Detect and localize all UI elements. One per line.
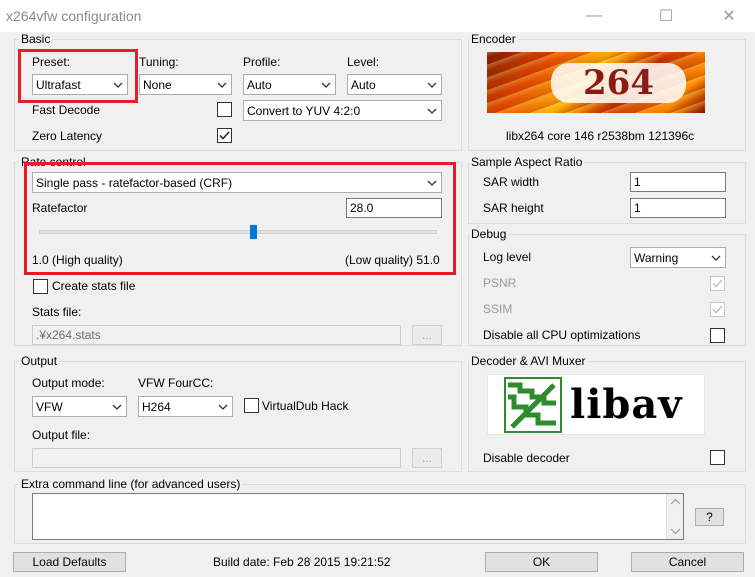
minimize-button[interactable]: — bbox=[571, 0, 617, 32]
ratefactor-slider-thumb[interactable] bbox=[250, 225, 258, 239]
close-icon: ✕ bbox=[722, 8, 736, 25]
debug-group-label: Debug bbox=[469, 227, 509, 241]
profile-label: Profile: bbox=[243, 55, 281, 69]
virtualdub-hack-checkbox[interactable] bbox=[244, 398, 259, 413]
chevron-down-icon bbox=[707, 248, 725, 267]
extra-cmdline-group-label: Extra command line (for advanced users) bbox=[19, 477, 243, 491]
disable-decoder-label: Disable decoder bbox=[483, 451, 570, 465]
output-file-label: Output file: bbox=[32, 428, 91, 442]
textarea-scrollbar[interactable] bbox=[666, 494, 683, 539]
build-date: Build date: Feb 28 2015 19:21:52 bbox=[213, 555, 391, 569]
ssim-label: SSIM bbox=[483, 302, 513, 316]
minimize-icon: — bbox=[586, 7, 602, 24]
libav-logo-text: libav bbox=[570, 381, 683, 428]
zero-latency-checkbox[interactable] bbox=[217, 128, 232, 143]
output-group-label: Output bbox=[19, 354, 60, 368]
chevron-down-icon bbox=[423, 75, 441, 94]
encoder-version: libx264 core 146 r2538bm 121396c bbox=[506, 129, 695, 143]
libav-mark-icon bbox=[504, 376, 562, 433]
create-stats-label: Create stats file bbox=[52, 279, 136, 293]
chevron-down-icon bbox=[108, 397, 126, 416]
ok-button[interactable]: OK bbox=[485, 552, 598, 572]
ratefactor-max-label: (Low quality) 51.0 bbox=[345, 253, 440, 267]
stats-file-label: Stats file: bbox=[32, 305, 82, 319]
scroll-down-icon[interactable] bbox=[667, 525, 684, 537]
chevron-down-icon bbox=[423, 173, 441, 192]
chevron-down-icon bbox=[423, 101, 441, 120]
maximize-icon: ☐ bbox=[658, 8, 674, 25]
output-mode-select[interactable]: VFW bbox=[32, 396, 127, 417]
fourcc-label: VFW FourCC: bbox=[138, 376, 214, 390]
fourcc-select[interactable]: H264 bbox=[138, 396, 233, 417]
log-level-select[interactable]: Warning bbox=[630, 247, 726, 268]
checkmark-icon bbox=[219, 131, 230, 140]
create-stats-checkbox[interactable] bbox=[33, 279, 48, 294]
output-mode-label: Output mode: bbox=[32, 376, 105, 390]
preset-select[interactable]: Ultrafast bbox=[32, 74, 128, 95]
scroll-up-icon[interactable] bbox=[667, 496, 684, 508]
extra-cmdline-textarea[interactable] bbox=[32, 493, 684, 540]
psnr-label: PSNR bbox=[483, 276, 517, 290]
log-level-label: Log level bbox=[483, 250, 532, 264]
basic-group-label: Basic bbox=[19, 32, 53, 46]
output-file-input[interactable] bbox=[32, 448, 401, 468]
x264-logo: 264 bbox=[487, 52, 705, 113]
chevron-down-icon bbox=[317, 75, 335, 94]
output-file-browse-button[interactable]: ... bbox=[412, 448, 442, 468]
disable-cpu-label: Disable all CPU optimizations bbox=[483, 328, 641, 342]
x264-logo-text: 264 bbox=[583, 63, 654, 103]
stats-file-input[interactable]: .¥x264.stats bbox=[32, 325, 401, 345]
disable-cpu-checkbox[interactable] bbox=[710, 328, 725, 343]
checkmark-icon bbox=[712, 279, 723, 288]
level-label: Level: bbox=[347, 55, 380, 69]
libav-logo: libav bbox=[487, 374, 705, 435]
encoder-group-label: Encoder bbox=[469, 32, 518, 46]
zero-latency-label: Zero Latency bbox=[32, 129, 103, 143]
ratefactor-slider-track[interactable] bbox=[39, 230, 437, 234]
cancel-button[interactable]: Cancel bbox=[631, 552, 744, 572]
checkmark-icon bbox=[712, 305, 723, 314]
load-defaults-button[interactable]: Load Defaults bbox=[13, 552, 126, 572]
close-button[interactable]: ✕ bbox=[706, 0, 752, 32]
fast-decode-label: Fast Decode bbox=[32, 103, 101, 117]
ssim-checkbox[interactable] bbox=[710, 302, 725, 317]
level-select[interactable]: Auto bbox=[347, 74, 442, 95]
tuning-label: Tuning: bbox=[139, 55, 179, 69]
rate-control-mode-select[interactable]: Single pass - ratefactor-based (CRF) bbox=[32, 172, 442, 193]
psnr-checkbox[interactable] bbox=[710, 276, 725, 291]
fast-decode-checkbox[interactable] bbox=[217, 102, 232, 117]
profile-select[interactable]: Auto bbox=[243, 74, 336, 95]
stats-file-browse-button[interactable]: ... bbox=[412, 325, 442, 345]
sar-group-label: Sample Aspect Ratio bbox=[469, 155, 585, 169]
sar-width-input[interactable]: 1 bbox=[630, 172, 726, 192]
preset-label: Preset: bbox=[32, 55, 71, 69]
tuning-select[interactable]: None bbox=[139, 74, 232, 95]
virtualdub-hack-label: VirtualDub Hack bbox=[262, 399, 349, 413]
ratefactor-label: Ratefactor bbox=[32, 201, 88, 215]
sar-width-label: SAR width bbox=[483, 175, 540, 189]
help-button[interactable]: ? bbox=[695, 508, 724, 526]
maximize-button[interactable]: ☐ bbox=[643, 0, 689, 32]
decoder-group-label: Decoder & AVI Muxer bbox=[469, 354, 588, 368]
ratefactor-input[interactable]: 28.0 bbox=[346, 198, 442, 218]
chevron-down-icon bbox=[109, 75, 127, 94]
window-title: x264vfw configuration bbox=[6, 8, 142, 24]
sar-height-input[interactable]: 1 bbox=[630, 198, 726, 218]
colorspace-select[interactable]: Convert to YUV 4:2:0 bbox=[243, 100, 442, 121]
disable-decoder-checkbox[interactable] bbox=[710, 450, 725, 465]
sar-height-label: SAR height bbox=[483, 201, 544, 215]
ratefactor-min-label: 1.0 (High quality) bbox=[32, 253, 123, 267]
chevron-down-icon bbox=[214, 397, 232, 416]
chevron-down-icon bbox=[213, 75, 231, 94]
